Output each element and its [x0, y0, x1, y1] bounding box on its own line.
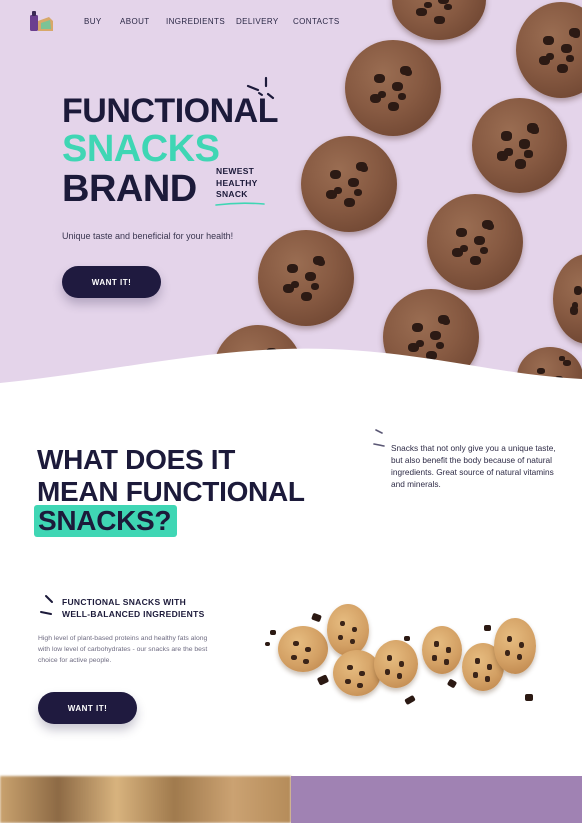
- feature-want-it-button[interactable]: WANT IT!: [38, 692, 137, 724]
- nav-item-contacts[interactable]: CONTACTS: [293, 17, 340, 26]
- hero-tagline: Unique taste and beneficial for your hea…: [62, 231, 234, 241]
- hero-title-line1: FUNCTIONAL: [62, 92, 278, 130]
- slash-decoration-icon: [40, 595, 53, 615]
- nav-item-ingredients[interactable]: INGREDIENTS: [166, 17, 225, 26]
- cookie-image: [422, 626, 462, 674]
- purple-block: [291, 776, 582, 823]
- feature-title-line2: WELL-BALANCED INGREDIENTS: [62, 609, 205, 619]
- top-navigation: BUY ABOUT INGREDIENTS DELIVERY CONTACTS: [0, 0, 582, 44]
- chocolate-piece: [316, 674, 330, 686]
- cookie-image: [374, 640, 418, 688]
- cookies-photo-strip: [0, 776, 291, 823]
- slash-decoration-icon: [373, 429, 385, 447]
- hero-want-it-button[interactable]: WANT IT!: [62, 266, 161, 298]
- hero-title-line3: BRAND: [62, 168, 197, 210]
- newest-badge-line1: NEWEST: [216, 166, 255, 176]
- about-heading-line1: WHAT DOES IT: [37, 444, 236, 475]
- nav-item-about[interactable]: ABOUT: [120, 17, 150, 26]
- cookie-image: [345, 40, 441, 136]
- feature-description: High level of plant-based proteins and h…: [38, 635, 208, 664]
- cookie-image: [258, 230, 354, 326]
- chocolate-piece: [404, 636, 410, 641]
- feature-title: FUNCTIONAL SNACKS WITH WELL-BALANCED ING…: [62, 596, 205, 620]
- about-heading-line2: MEAN FUNCTIONAL: [37, 476, 305, 507]
- cookie-image: [327, 604, 369, 656]
- logo-icon[interactable]: [29, 9, 55, 33]
- hero-section: BUY ABOUT INGREDIENTS DELIVERY CONTACTS …: [0, 0, 582, 385]
- nav-item-delivery[interactable]: DELIVERY: [236, 17, 279, 26]
- cookie-image: [301, 136, 397, 232]
- newest-badge-line3: SNACK: [216, 189, 248, 199]
- chocolate-piece: [404, 694, 416, 706]
- cookie-image: [494, 618, 536, 674]
- wave-divider: [0, 348, 582, 385]
- chocolate-piece: [270, 630, 276, 635]
- chocolate-piece: [484, 625, 491, 631]
- chocolate-piece: [265, 642, 270, 646]
- newest-badge-line2: HEALTHY: [216, 177, 258, 188]
- chocolate-piece: [311, 612, 322, 623]
- cookie-image: [278, 626, 328, 672]
- cookie-image: [553, 254, 582, 344]
- cookie-image: [427, 194, 523, 290]
- nav-item-buy[interactable]: BUY: [84, 17, 102, 26]
- cookie-image: [472, 98, 567, 193]
- newest-badge: NEWEST HEALTHY SNACK: [216, 166, 258, 201]
- hero-title-line2: SNACKS: [62, 128, 220, 170]
- feature-title-line1: FUNCTIONAL SNACKS WITH: [62, 597, 187, 607]
- chocolate-piece: [446, 678, 458, 689]
- about-heading-highlight: SNACKS?: [34, 505, 178, 537]
- about-description: Snacks that not only give you a unique t…: [391, 443, 556, 489]
- underline-decoration: [215, 202, 265, 206]
- chocolate-piece: [525, 694, 533, 701]
